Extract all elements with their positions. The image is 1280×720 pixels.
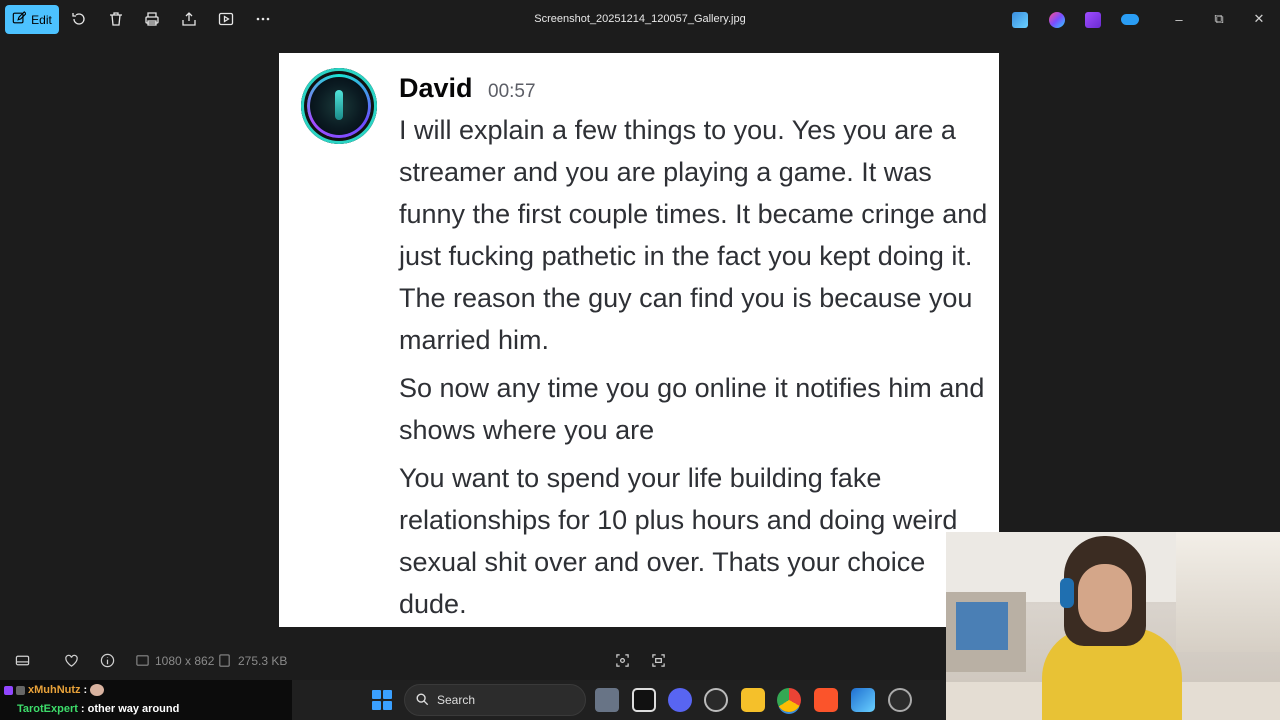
stream-chat-overlay: xMuhNutz : TarotExpert : other way aroun… [0,680,292,720]
edit-button[interactable]: Edit [5,5,59,34]
message-paragraph: So now any time you go online it notifie… [399,373,985,445]
print-icon[interactable] [143,10,161,28]
emote-icon [90,684,105,696]
photo-editor-app-icon[interactable] [1012,12,1028,28]
photos-toolbar: Edit Screenshot_20251214_120057_Gallery.… [0,0,1280,40]
edit-label: Edit [31,12,52,27]
close-button[interactable]: ✕ [1249,9,1269,29]
restore-button[interactable]: ⧉ [1209,9,1229,29]
image-dimensions: 1080 x 862 [155,654,215,668]
video-editor-app-icon[interactable] [1085,12,1101,28]
delete-icon[interactable] [107,10,125,28]
task-view-icon[interactable] [595,688,619,712]
dimensions-icon [134,652,150,668]
info-icon[interactable] [99,652,115,668]
fit-to-window-icon[interactable] [614,652,630,668]
photos-app-icon[interactable] [851,688,875,712]
brave-icon[interactable] [814,688,838,712]
chat-separator: : [83,684,88,696]
message-time: 00:57 [488,81,536,102]
chat-message: xMuhNutz : [4,684,105,696]
clipchamp-app-icon[interactable] [1049,12,1065,28]
chat-username: xMuhNutz [28,684,81,696]
slideshow-icon[interactable] [217,10,235,28]
message-paragraph: You want to spend your life building fak… [399,463,958,619]
search-icon [415,692,429,709]
message-paragraph: I will explain a few things to you. Yes … [399,115,988,355]
search-label: Search [437,693,476,707]
more-options-icon[interactable] [254,10,272,28]
chat-text: : other way around [80,703,180,715]
image-filesize: 275.3 KB [238,654,288,668]
actual-size-icon[interactable] [650,652,666,668]
displayed-image: David 00:57 I will explain a few things … [279,53,999,627]
share-icon[interactable] [180,10,198,28]
chrome-icon[interactable] [777,688,801,712]
capcut-icon[interactable] [632,688,656,712]
webcam-overlay [946,532,1280,720]
chat-message: TarotExpert : other way around [4,703,179,715]
media-player-icon[interactable] [888,688,912,712]
chat-username: TarotExpert [17,703,78,715]
discord-icon[interactable] [668,688,692,712]
taskbar-search[interactable]: Search [404,684,586,716]
onedrive-icon[interactable] [1121,14,1139,25]
avatar [301,68,377,144]
message-body: I will explain a few things to you. Yes … [399,109,989,627]
message-author: David [399,73,473,103]
file-explorer-icon[interactable] [741,688,765,712]
favorite-icon[interactable] [63,652,79,668]
filmstrip-icon[interactable] [14,652,30,668]
filesize-icon [216,652,232,668]
subscriber-badge-icon [4,685,13,695]
rotate-icon[interactable] [70,10,88,28]
minimize-button[interactable]: – [1169,9,1189,29]
badge-icon [16,685,25,695]
edit-icon [12,11,27,28]
windows-start-icon[interactable] [372,690,392,710]
obs-icon[interactable] [704,688,728,712]
